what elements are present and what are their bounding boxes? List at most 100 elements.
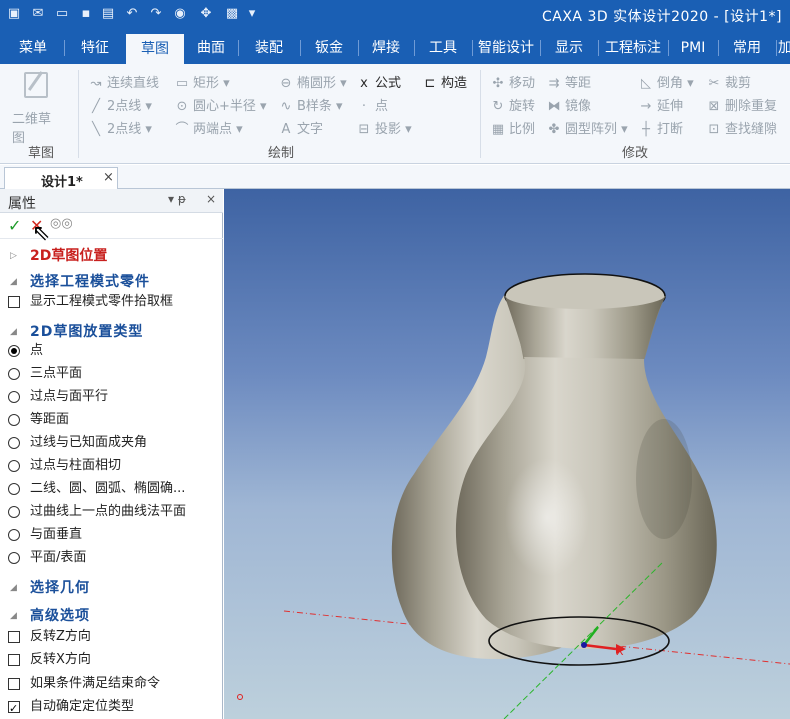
- checkbox[interactable]: [8, 654, 20, 666]
- globe-icon[interactable]: ◉: [170, 4, 190, 24]
- circle-center-radius-button[interactable]: ⊙ 圆心+半径 ▾: [174, 95, 267, 114]
- bspline-button[interactable]: ∿ B样条 ▾: [278, 95, 343, 114]
- end-command-checkbox-row[interactable]: 如果条件满足结束命令: [0, 673, 223, 695]
- document-tab[interactable]: 设计1* ×: [4, 167, 118, 190]
- radio-button[interactable]: [8, 437, 20, 449]
- mirror-button[interactable]: ⧓ 镜像: [546, 95, 592, 114]
- section-select-geometry[interactable]: ◢ 选择几何: [0, 577, 223, 599]
- radio-button[interactable]: [8, 552, 20, 564]
- panel-close-icon[interactable]: ×: [206, 192, 216, 206]
- sparkle-icon[interactable]: ✥: [196, 4, 216, 24]
- two-point-line-2-button[interactable]: ╲ 2点线 ▾: [88, 118, 152, 137]
- chamfer-button[interactable]: ◺ 倒角 ▾: [638, 72, 694, 91]
- tab-dimension[interactable]: 工程标注: [600, 32, 666, 64]
- tab-display[interactable]: 显示: [542, 32, 596, 64]
- tab-more[interactable]: 加: [778, 32, 790, 64]
- option-angle-plane[interactable]: 过线与已知面成夹角: [0, 432, 223, 454]
- checkbox[interactable]: [8, 678, 20, 690]
- tab-pmi[interactable]: PMI: [670, 32, 716, 64]
- continuous-line-button[interactable]: ↝ 连续直线: [88, 72, 159, 91]
- break-button[interactable]: ┼ 打断: [638, 118, 683, 137]
- reverse-x-checkbox-row[interactable]: 反转X方向: [0, 649, 223, 671]
- preview-icon[interactable]: ◎◎: [50, 216, 73, 231]
- text-icon: A: [281, 122, 291, 137]
- option-three-point-plane[interactable]: 三点平面: [0, 363, 223, 385]
- two-point-line-button[interactable]: ╱ 2点线 ▾: [88, 95, 152, 114]
- radio-button[interactable]: [8, 460, 20, 472]
- close-icon[interactable]: ×: [103, 170, 114, 185]
- tab-sketch[interactable]: 草图: [126, 32, 184, 64]
- option-offset-plane[interactable]: 等距面: [0, 409, 223, 431]
- option-perpendicular[interactable]: 与面垂直: [0, 524, 223, 546]
- tab-feature[interactable]: 特征: [66, 32, 124, 64]
- option-plane-surface[interactable]: 平面/表面: [0, 547, 223, 569]
- tab-smart-design[interactable]: 智能设计: [474, 32, 538, 64]
- rotate-button[interactable]: ↻ 旋转: [490, 95, 535, 114]
- folder-icon[interactable]: ▭: [52, 4, 72, 24]
- formula-button[interactable]: ⅹ 公式: [356, 72, 401, 91]
- radio-button[interactable]: [8, 414, 20, 426]
- save-icon[interactable]: ▪: [76, 4, 96, 24]
- image-icon[interactable]: ▩: [222, 4, 242, 24]
- chamfer-icon: ◺: [641, 76, 651, 91]
- panel-pin-icon[interactable]: ▾ ᵽ: [168, 192, 186, 206]
- scale-button[interactable]: ▦ 比例: [490, 118, 535, 137]
- reverse-z-checkbox-row[interactable]: 反转Z方向: [0, 626, 223, 648]
- undo-icon[interactable]: ↶: [122, 4, 142, 24]
- radio-button[interactable]: [8, 483, 20, 495]
- title-bar: ▣ ✉ ▭ ▪ ▤ ↶ ↷ ◉ ✥ ▩ ▾ CAXA 3D 实体设计2020 -…: [0, 0, 790, 32]
- option-parallel-plane[interactable]: 过点与面平行: [0, 386, 223, 408]
- tab-surface[interactable]: 曲面: [186, 32, 236, 64]
- show-picker-checkbox-row[interactable]: 显示工程模式零件拾取框: [0, 291, 223, 313]
- checkbox[interactable]: [8, 296, 20, 308]
- tab-assembly[interactable]: 装配: [240, 32, 298, 64]
- confirm-icon[interactable]: ✓: [8, 216, 21, 235]
- 2d-sketch-button[interactable]: 二维草图: [10, 70, 62, 146]
- section-select-part[interactable]: ◢ 选择工程模式零件: [0, 271, 223, 293]
- file-icon[interactable]: ▣: [4, 4, 24, 24]
- tab-menu[interactable]: 菜单: [4, 32, 62, 64]
- option-point[interactable]: 点: [0, 340, 223, 362]
- ellipse-button[interactable]: ⊖ 椭圆形 ▾: [278, 72, 347, 91]
- option-tangent-cylinder[interactable]: 过点与柱面相切: [0, 455, 223, 477]
- panel-header: 属性 ▾ ᵽ ×: [0, 189, 223, 213]
- tab-welding[interactable]: 焊接: [360, 32, 412, 64]
- tab-sheetmetal[interactable]: 钣金: [302, 32, 356, 64]
- tab-common[interactable]: 常用: [720, 32, 774, 64]
- rectangle-button[interactable]: ▭ 矩形 ▾: [174, 72, 230, 91]
- spline-icon: ∿: [280, 99, 292, 114]
- radio-button[interactable]: [8, 345, 20, 357]
- checkbox[interactable]: [8, 631, 20, 643]
- radio-button[interactable]: [8, 506, 20, 518]
- section-advanced[interactable]: ◢ 高级选项: [0, 605, 223, 627]
- vase-model[interactable]: X: [224, 189, 790, 719]
- option-two-lines[interactable]: 二线、圆、圆弧、椭圆确...: [0, 478, 223, 500]
- extend-button[interactable]: → 延伸: [638, 95, 683, 114]
- point-button[interactable]: · 点: [356, 95, 388, 114]
- line-icon: ╲: [92, 122, 100, 137]
- delete-duplicate-button[interactable]: ⊠ 删除重复: [706, 95, 777, 114]
- 3d-viewport[interactable]: X: [224, 189, 790, 719]
- find-gaps-button[interactable]: ⊡ 查找缝隙: [706, 118, 777, 137]
- radio-button[interactable]: [8, 391, 20, 403]
- arc-two-ends-button[interactable]: ⌒ 两端点 ▾: [174, 118, 242, 137]
- section-2d-position[interactable]: ▷ 2D草图位置: [0, 245, 223, 267]
- radio-button[interactable]: [8, 529, 20, 541]
- radio-button[interactable]: [8, 368, 20, 380]
- disk-icon[interactable]: ▤: [98, 4, 118, 24]
- mail-icon[interactable]: ✉: [28, 4, 48, 24]
- dropdown-icon[interactable]: ▾: [242, 4, 262, 24]
- offset-icon: ⇉: [548, 76, 560, 91]
- text-button[interactable]: A 文字: [278, 118, 323, 137]
- projection-button[interactable]: ⊟ 投影 ▾: [356, 118, 412, 137]
- auto-locate-checkbox-row[interactable]: 自动确定定位类型: [0, 696, 223, 718]
- trim-button[interactable]: ✂ 裁剪: [706, 72, 751, 91]
- circular-array-button[interactable]: ✤ 圆型阵列 ▾: [546, 118, 628, 137]
- move-button[interactable]: ✣ 移动: [490, 72, 535, 91]
- checkbox[interactable]: [8, 698, 20, 718]
- redo-icon[interactable]: ↷: [146, 4, 166, 24]
- construct-button[interactable]: ⊏ 构造: [422, 72, 467, 91]
- offset-button[interactable]: ⇉ 等距: [546, 72, 591, 91]
- option-curve-normal-plane[interactable]: 过曲线上一点的曲线法平面: [0, 501, 223, 523]
- tab-tools[interactable]: 工具: [416, 32, 470, 64]
